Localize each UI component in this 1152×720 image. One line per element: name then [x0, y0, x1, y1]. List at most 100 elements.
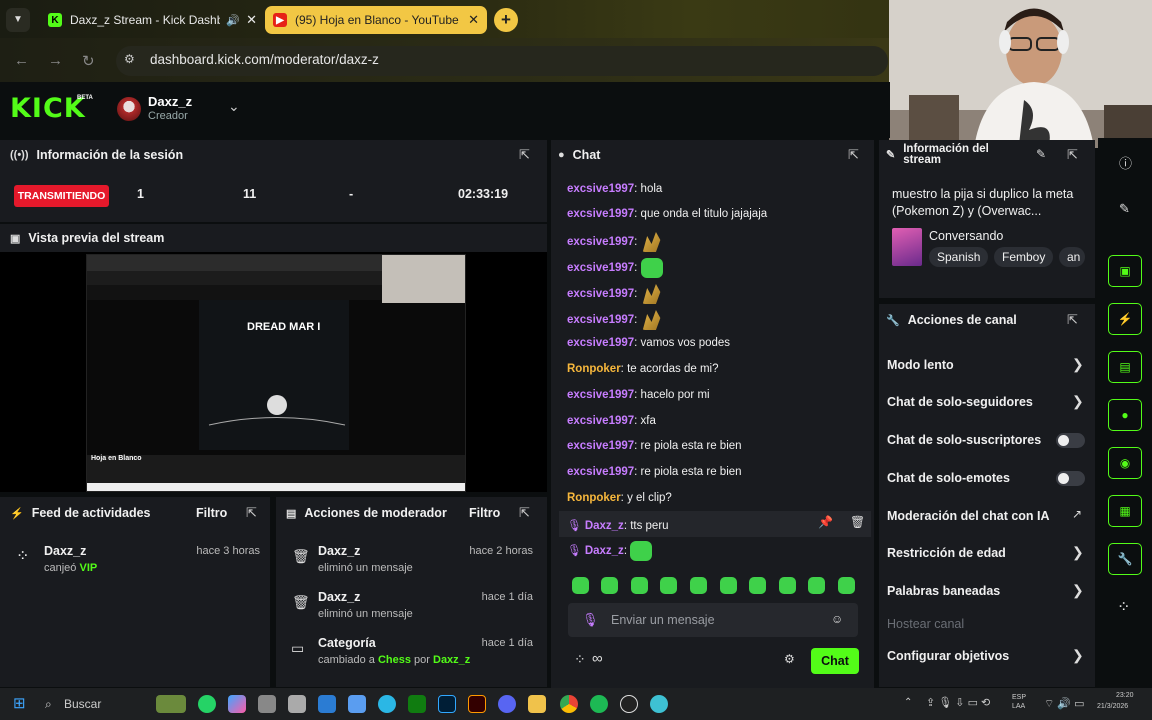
chat-username[interactable]: Ronpoker: [567, 492, 621, 504]
tray-icons[interactable]: ⇪ 🎙 ⇩ ▭ ⟲: [926, 696, 990, 709]
chevron-right-icon[interactable]: ❯: [1072, 582, 1084, 599]
chat-username[interactable]: excsive1997: [567, 208, 634, 220]
chat-username[interactable]: excsive1997: [567, 415, 634, 427]
app-icon[interactable]: [620, 695, 638, 713]
chat-username[interactable]: excsive1997: [567, 389, 634, 401]
stream-tag[interactable]: Spanish: [929, 247, 989, 267]
close-tab-icon[interactable]: ✕: [246, 12, 257, 28]
chat-input-placeholder[interactable]: Enviar un mensaje: [611, 613, 715, 627]
new-tab-button[interactable]: +: [494, 8, 518, 32]
popout-icon[interactable]: ⇱: [519, 505, 530, 521]
action-emotes-only[interactable]: Chat de solo-emotes: [887, 471, 1010, 485]
sidebar-chat-button[interactable]: ●: [1108, 399, 1142, 431]
taskbar-search[interactable]: Buscar: [64, 697, 101, 711]
chat-username[interactable]: excsive1997: [567, 466, 634, 478]
edge-icon[interactable]: [378, 695, 396, 713]
mod-action-user[interactable]: Daxz_z: [318, 590, 360, 604]
avatar[interactable]: [117, 97, 141, 121]
app-icon[interactable]: [258, 695, 276, 713]
popout-icon[interactable]: ⇱: [1067, 147, 1078, 163]
clock-date[interactable]: 21/3/2026: [1097, 703, 1128, 710]
kick-dots-icon[interactable]: ⁘: [1117, 597, 1130, 617]
copilot-icon[interactable]: [228, 695, 246, 713]
chat-username[interactable]: excsive1997: [567, 288, 634, 300]
editor-icon[interactable]: [348, 695, 366, 713]
activity-user[interactable]: Daxz_z: [44, 544, 86, 558]
speaker-icon[interactable]: 🔊: [226, 14, 240, 27]
subscribers-only-toggle[interactable]: [1056, 433, 1085, 448]
mic-icon[interactable]: 🎙: [582, 612, 599, 628]
chat-username[interactable]: excsive1997: [567, 236, 634, 248]
popout-icon[interactable]: ⇱: [519, 147, 530, 163]
emote-icon[interactable]: [601, 577, 618, 594]
action-followers-only[interactable]: Chat de solo-seguidores: [887, 395, 1033, 409]
popout-icon[interactable]: ⇱: [848, 147, 859, 163]
network-volume-icons[interactable]: ⌔ 🔊 ▭: [1044, 697, 1085, 711]
emote-icon[interactable]: [572, 577, 589, 594]
kick-logo[interactable]: KICK: [10, 93, 86, 124]
infinity-icon[interactable]: ∞: [592, 650, 603, 667]
chevron-right-icon[interactable]: ❯: [1072, 647, 1084, 664]
tab-kick-dashboard[interactable]: K Daxz_z Stream - Kick Dashb 🔊 ✕: [40, 6, 265, 34]
action-banned-words[interactable]: Palabras baneadas: [887, 584, 1000, 598]
action-ai-moderation[interactable]: Moderación del chat con IA: [887, 509, 1050, 523]
chevron-right-icon[interactable]: ❯: [1072, 356, 1084, 373]
action-slow-mode[interactable]: Modo lento: [887, 358, 954, 372]
popout-icon[interactable]: ⇱: [1067, 312, 1078, 328]
emote-icon[interactable]: [749, 577, 766, 594]
emote-icon[interactable]: [631, 577, 648, 594]
app-icon[interactable]: [650, 695, 668, 713]
chat-username[interactable]: excsive1997: [567, 440, 634, 452]
gear-icon[interactable]: ⚙: [784, 652, 795, 666]
action-subscribers-only[interactable]: Chat de solo-suscriptores: [887, 433, 1041, 447]
chat-send-button[interactable]: Chat: [811, 648, 859, 674]
search-icon[interactable]: ⌕: [45, 697, 52, 712]
chevron-down-icon[interactable]: ⌄: [228, 98, 240, 115]
chat-username[interactable]: Daxz_z: [585, 545, 624, 557]
emote-icon[interactable]: [720, 577, 737, 594]
emote-icon[interactable]: [838, 577, 855, 594]
chat-username[interactable]: Daxz_z: [585, 520, 624, 532]
stream-tag[interactable]: an: [1059, 247, 1085, 267]
mod-action-user[interactable]: Daxz_z: [318, 544, 360, 558]
forward-icon[interactable]: →: [48, 52, 63, 69]
windows-start-icon[interactable]: ⊞: [13, 694, 26, 712]
site-info-icon[interactable]: ⚙: [124, 52, 135, 66]
stream-category[interactable]: Conversando: [929, 229, 1003, 243]
stream-tag[interactable]: Femboy: [994, 247, 1054, 267]
discord-icon[interactable]: [498, 695, 516, 713]
modactions-filter-button[interactable]: Filtro: [469, 506, 500, 520]
chrome-icon[interactable]: [560, 695, 578, 713]
emote-icon[interactable]: [660, 577, 677, 594]
emote-icon[interactable]: [690, 577, 707, 594]
close-tab-icon[interactable]: ✕: [468, 12, 479, 28]
info-icon[interactable]: ⓘ: [1119, 153, 1132, 172]
spotify-icon[interactable]: [590, 695, 608, 713]
pencil-icon[interactable]: ✎: [1119, 201, 1130, 217]
sidebar-lightning-button[interactable]: ⚡: [1108, 303, 1142, 335]
mod-action-actor[interactable]: Daxz_z: [433, 654, 470, 666]
action-set-goals[interactable]: Configurar objetivos: [887, 649, 1009, 663]
delete-icon[interactable]: 🗑: [850, 515, 865, 529]
chat-username[interactable]: excsive1997: [567, 183, 634, 195]
url-text[interactable]: dashboard.kick.com/moderator/daxz-z: [150, 52, 379, 67]
emote-icon[interactable]: [779, 577, 796, 594]
chat-username[interactable]: excsive1997: [567, 314, 634, 326]
language-indicator[interactable]: ESP LAA: [1012, 693, 1034, 711]
widget-icon[interactable]: [156, 695, 186, 713]
chevron-right-icon[interactable]: ❯: [1072, 544, 1084, 561]
mod-action-category[interactable]: Chess: [378, 654, 411, 666]
external-link-icon[interactable]: ↗: [1072, 507, 1082, 521]
category-thumbnail[interactable]: [892, 228, 922, 266]
action-age-restriction[interactable]: Restricción de edad: [887, 546, 1006, 560]
tray-chevron-icon[interactable]: ⌃: [904, 697, 912, 708]
sidebar-broadcast-button[interactable]: ◉: [1108, 447, 1142, 479]
chat-username[interactable]: Ronpoker: [567, 363, 621, 375]
sidebar-wrench-button[interactable]: 🔧: [1108, 543, 1142, 575]
photoshop-icon[interactable]: [438, 695, 456, 713]
clock-time[interactable]: 23:20: [1116, 692, 1134, 699]
app-icon[interactable]: [318, 695, 336, 713]
activity-filter-button[interactable]: Filtro: [196, 506, 227, 520]
kick-dots-icon[interactable]: ⁘: [574, 651, 586, 668]
reload-icon[interactable]: ↻: [82, 52, 95, 70]
